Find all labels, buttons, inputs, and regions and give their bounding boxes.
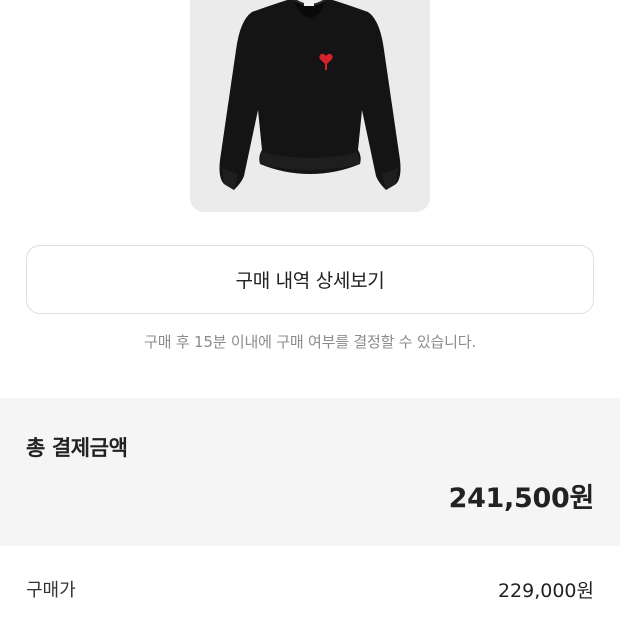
- total-payment-label: 총 결제금액: [26, 436, 128, 460]
- purchase-detail-button[interactable]: 구매 내역 상세보기: [26, 245, 594, 314]
- purchase-decision-notice: 구매 후 15분 이내에 구매 여부를 결정할 수 있습니다.: [144, 333, 476, 351]
- total-payment-amount: 241,500원: [448, 483, 595, 514]
- total-payment-section: 총 결제금액 241,500원: [0, 398, 620, 546]
- product-image[interactable]: [190, 0, 430, 212]
- purchase-price-row: 구매가 229,000원: [0, 566, 620, 610]
- purchase-price-value: 229,000원: [497, 580, 594, 602]
- sweater-illustration: [219, 0, 401, 190]
- purchase-price-label: 구매가: [26, 580, 76, 601]
- purchase-detail-page: 구매 내역 상세보기 구매 후 15분 이내에 구매 여부를 결정할 수 있습니…: [0, 0, 620, 620]
